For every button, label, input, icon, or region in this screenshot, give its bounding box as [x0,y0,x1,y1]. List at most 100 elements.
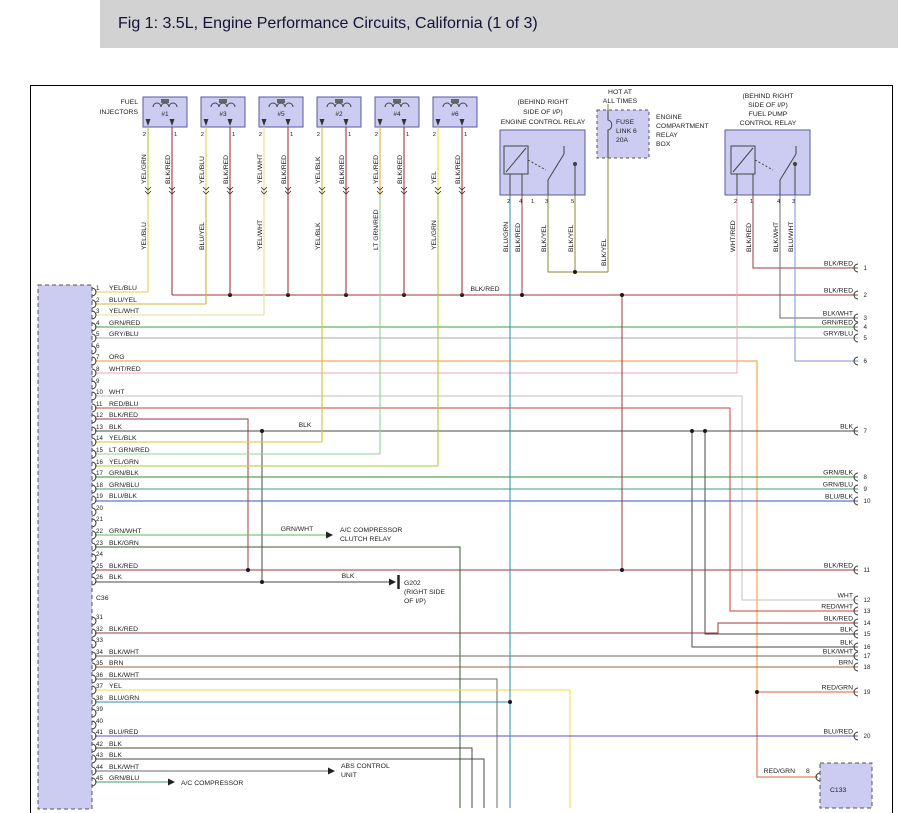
left-pin-number: 32 [96,626,103,633]
left-pin-label: BLK/RED [109,626,138,633]
left-pin-number: 9 [96,378,100,385]
left-pin-label: BLU/YEL [109,297,137,304]
left-pin-label: BLK [109,424,122,431]
ac-compressor-label: A/C COMPRESSOR [181,780,243,787]
fp-relay-caption-4: CONTROL RELAY [740,120,797,127]
left-pin-number: 24 [96,551,103,558]
fuse-wire-label: BLK/YEL [601,238,608,266]
right-pin-label: RED/WHT [821,604,853,611]
c133-connector-box [820,763,872,808]
relay-pin-number: 2 [734,199,737,205]
relay-wire-label: BLU/GRN [503,222,510,252]
left-pin-number: 19 [96,493,103,500]
right-pin-number: 1 [864,265,868,272]
left-pin-label: GRY/BLU [109,331,139,338]
left-pin-number: 5 [96,331,100,338]
blk-wire-label: BLK [299,422,312,429]
left-pin-number: 15 [96,447,103,454]
fuse-label-1: FUSE [616,119,635,126]
left-pin-number: 18 [96,482,103,489]
engine-relay-caption-3: ENGINE CONTROL RELAY [501,119,586,126]
injector-terminal-number: 2 [317,132,320,138]
left-pin-number: 36 [96,672,103,679]
left-pin-number: 23 [96,540,103,547]
g202-label-1: G202 [404,580,421,587]
injector-wire-label: YEL/BLK [315,222,322,250]
right-pin-number: 17 [864,653,871,660]
right-pin-number: 18 [864,664,871,671]
left-pin-number: 38 [96,695,103,702]
right-pin-number: 2 [864,292,868,299]
injector-wire-label: BLK/RED [165,155,172,184]
right-pin-number: 3 [864,315,868,322]
right-pin-number: 7 [864,428,868,435]
injector-wire-label: YEL/BLU [141,222,148,250]
injector-wire-label: YEL [431,171,438,184]
right-pin-label: BLU/RED [824,729,854,736]
left-pin-number: 11 [96,401,103,408]
right-pin-number: 5 [864,335,868,342]
left-pin-number: 7 [96,354,100,361]
left-pin-label: BLK/GRN [109,540,139,547]
right-pin-number: 8 [864,474,868,481]
left-pin-label: YEL/BLU [109,285,137,292]
right-pin-label: BLU/BLK [825,494,853,501]
engine-control-relay-box [500,130,585,195]
left-pin-label: BLK [109,741,122,748]
left-pin-label: GRN/RED [109,320,140,327]
left-pin-label: BLK/WHT [109,649,139,656]
injector-wire-label: YEL/WHT [257,154,264,184]
left-pin-number: 35 [96,660,103,667]
injector-id: #4 [393,111,401,118]
left-pin-number: 45 [96,775,103,782]
left-pin-number: 31 [96,614,103,621]
right-pin-number: 20 [864,733,871,740]
injector-terminal-number: 1 [174,132,177,138]
c36-label: C36 [96,595,109,602]
right-pin-label: BLK/RED [824,288,853,295]
right-pin-number: 14 [864,620,871,627]
fuel-pump-relay-box [725,130,810,195]
left-pin-label: ORG [109,354,124,361]
abs-label-1: ABS CONTROL [341,763,390,770]
engine-relay-caption-1: (BEHIND RIGHT [518,99,569,106]
left-pin-number: 41 [96,729,103,736]
injector-terminal-number: 1 [290,132,293,138]
ecm-connector-box [38,285,92,809]
left-pin-number: 44 [96,764,103,771]
fuse-label-3: 20A [616,137,629,144]
relay-pin-number: 3 [792,199,795,205]
fp-relay-caption-1: (BEHIND RIGHT [743,93,794,100]
left-pin-label: BLK/RED [109,563,138,570]
left-pin-label: GRN/BLU [109,775,139,782]
injector-connector-icon [161,99,169,103]
right-pin-number: 11 [864,567,871,574]
c133-wire-label: RED/GRN [764,768,795,775]
relay-wire-label: BLK/RED [746,223,753,252]
relay-pin-number: 2 [507,199,510,205]
injector-connector-icon [277,99,285,103]
left-pin-number: 3 [96,308,100,315]
left-pin-label: YEL/BLK [109,435,137,442]
left-pin-number: 13 [96,424,103,431]
right-pin-label: BLK [840,627,853,634]
supply-wire-label: BLK/RED [470,286,499,293]
hot-at-label-1: HOT AT [608,89,632,96]
injector-wire-label: YEL/WHT [257,220,264,250]
injector-terminal-number: 2 [375,132,378,138]
right-pin-label: BLK [840,640,853,647]
right-pin-label: GRN/BLU [823,482,853,489]
right-pin-number: 15 [864,631,871,638]
right-pin-label: GRN/RED [822,320,853,327]
left-pin-label: BLK/RED [109,412,138,419]
left-pin-label: YEL/WHT [109,308,139,315]
right-pin-label: BLK/RED [824,563,853,570]
injector-wire-label: BLU/YEL [199,222,206,250]
left-pin-number: 39 [96,706,103,713]
relay-wire-label: BLK/YEL [541,224,548,252]
left-pin-number: 12 [96,412,103,419]
relay-wire-label: BLK/WHT [773,222,780,252]
hot-at-label-2: ALL TIMES [603,98,638,105]
injector-wire-label: BLK/RED [397,155,404,184]
relay-wire-label: BLK/RED [515,223,522,252]
